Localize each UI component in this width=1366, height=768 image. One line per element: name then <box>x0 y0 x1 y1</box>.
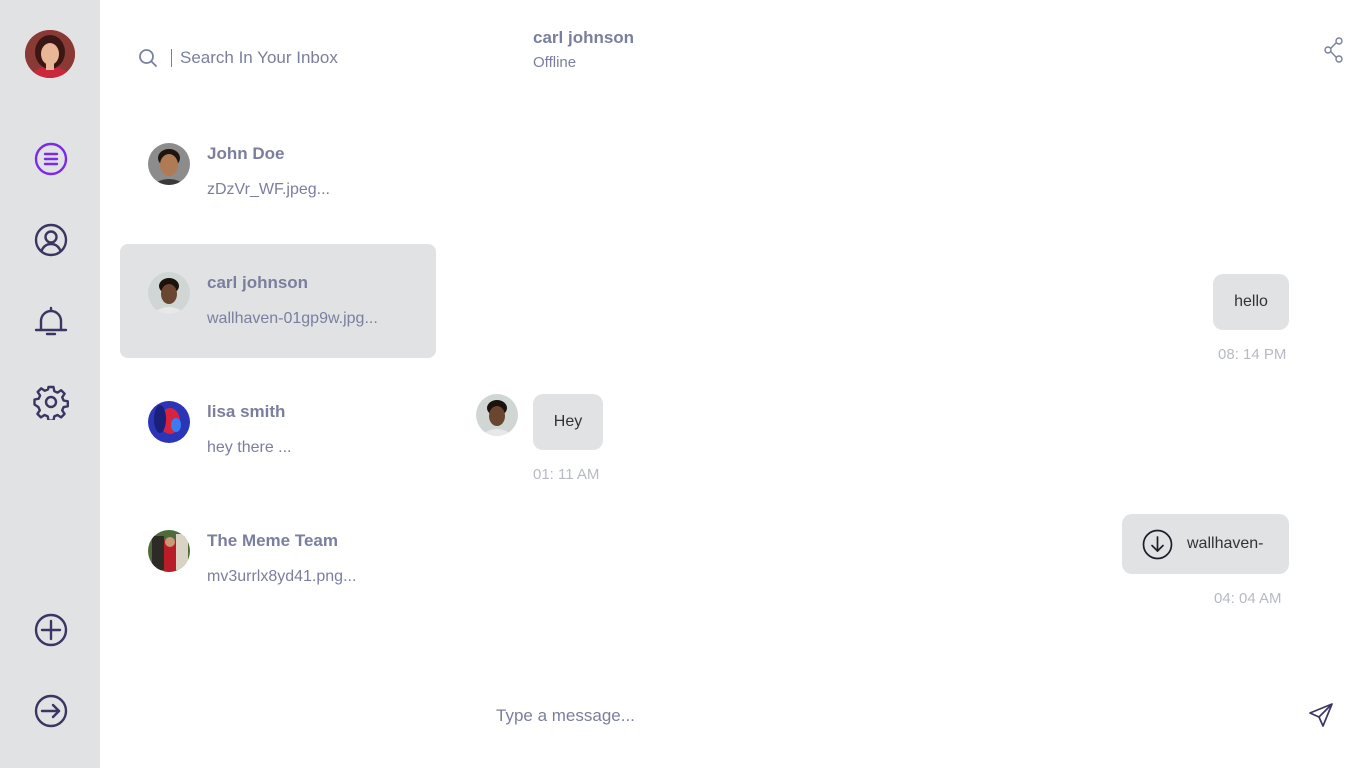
message-time: 08: 14 PM <box>1218 346 1287 363</box>
chat-contact-name: carl johnson <box>533 28 635 47</box>
contact-last-message: wallhaven-01gp9w.jpg... <box>207 310 378 327</box>
contact-name: John Doe <box>207 144 285 163</box>
attachment-filename: wallhaven- <box>1187 535 1264 552</box>
gear-icon[interactable] <box>33 384 69 422</box>
message-text: hello <box>1234 293 1268 310</box>
contact-last-message: zDzVr_WF.jpeg... <box>207 181 330 198</box>
contact-item-the-meme-team[interactable]: The Meme Team mv3urrlx8yd41.png... <box>120 502 436 616</box>
bell-icon[interactable] <box>33 303 69 339</box>
contact-last-message: mv3urrlx8yd41.png... <box>207 568 357 585</box>
contact-item-lisa-smith[interactable]: lisa smith hey there ... <box>120 373 436 487</box>
avatar <box>148 401 190 443</box>
text-caret <box>171 49 172 67</box>
search-input[interactable] <box>180 48 440 68</box>
contact-item-carl-johnson[interactable]: carl johnson wallhaven-01gp9w.jpg... <box>120 244 436 358</box>
contact-name: The Meme Team <box>207 531 339 550</box>
avatar <box>148 530 190 572</box>
share-icon[interactable] <box>1322 36 1346 64</box>
sender-avatar <box>476 394 518 436</box>
avatar <box>148 272 190 314</box>
download-icon[interactable] <box>1142 529 1173 560</box>
message-bubble-attachment[interactable]: wallhaven- <box>1122 514 1289 574</box>
send-icon[interactable] <box>1308 702 1334 728</box>
search-bar <box>138 44 458 72</box>
search-icon[interactable] <box>138 48 158 68</box>
message-time: 01: 11 AM <box>533 466 600 483</box>
user-profile-icon[interactable] <box>33 222 69 258</box>
message-bubble-received[interactable]: Hey <box>533 394 603 450</box>
chat-list-icon[interactable] <box>33 141 69 177</box>
message-bubble-sent[interactable]: hello <box>1213 274 1289 330</box>
contact-last-message: hey there ... <box>207 439 292 456</box>
message-input[interactable] <box>496 702 1276 730</box>
contact-name: lisa smith <box>207 402 286 421</box>
message-time: 04: 04 AM <box>1214 590 1282 607</box>
add-circle-icon[interactable] <box>33 612 69 648</box>
contact-name: carl johnson <box>207 273 309 292</box>
logout-icon[interactable] <box>33 693 69 729</box>
user-avatar[interactable] <box>25 30 75 78</box>
chat-contact-status: Offline <box>533 54 577 71</box>
contact-item-john-doe[interactable]: John Doe zDzVr_WF.jpeg... <box>120 115 436 229</box>
avatar <box>148 143 190 185</box>
message-text: Hey <box>553 413 583 430</box>
sidebar <box>0 0 100 768</box>
